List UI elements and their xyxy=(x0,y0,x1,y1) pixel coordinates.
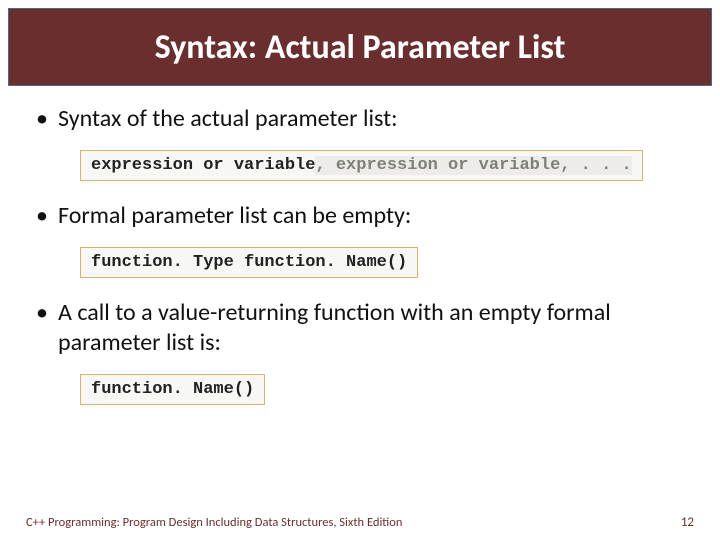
code-1-part1: expression or variable xyxy=(91,156,315,175)
title-bar: Syntax: Actual Parameter List xyxy=(8,8,712,86)
code-box-2: function. Type function. Name() xyxy=(80,247,418,278)
bullet-list-3: A call to a value-returning function wit… xyxy=(30,298,690,358)
bullet-3: A call to a value-returning function wit… xyxy=(30,298,690,358)
bullet-list-2: Formal parameter list can be empty: xyxy=(30,201,690,231)
code-2: function. Type function. Name() xyxy=(91,253,407,272)
code-box-3: function. Name() xyxy=(80,374,265,405)
code-3: function. Name() xyxy=(91,380,254,399)
slide: Syntax: Actual Parameter List Syntax of … xyxy=(0,8,720,540)
code-box-1: expression or variable, expression or va… xyxy=(80,150,643,181)
footer: C++ Programming: Program Design Includin… xyxy=(0,515,720,530)
slide-content: Syntax of the actual parameter list: exp… xyxy=(0,86,720,425)
bullet-2: Formal parameter list can be empty: xyxy=(30,201,690,231)
footer-text: C++ Programming: Program Design Includin… xyxy=(26,515,402,530)
bullet-list: Syntax of the actual parameter list: xyxy=(30,104,690,134)
bullet-1: Syntax of the actual parameter list: xyxy=(30,104,690,134)
page-number: 12 xyxy=(681,515,694,530)
code-1-part2: , expression or variable, . . . xyxy=(315,156,631,175)
slide-title: Syntax: Actual Parameter List xyxy=(155,27,566,68)
